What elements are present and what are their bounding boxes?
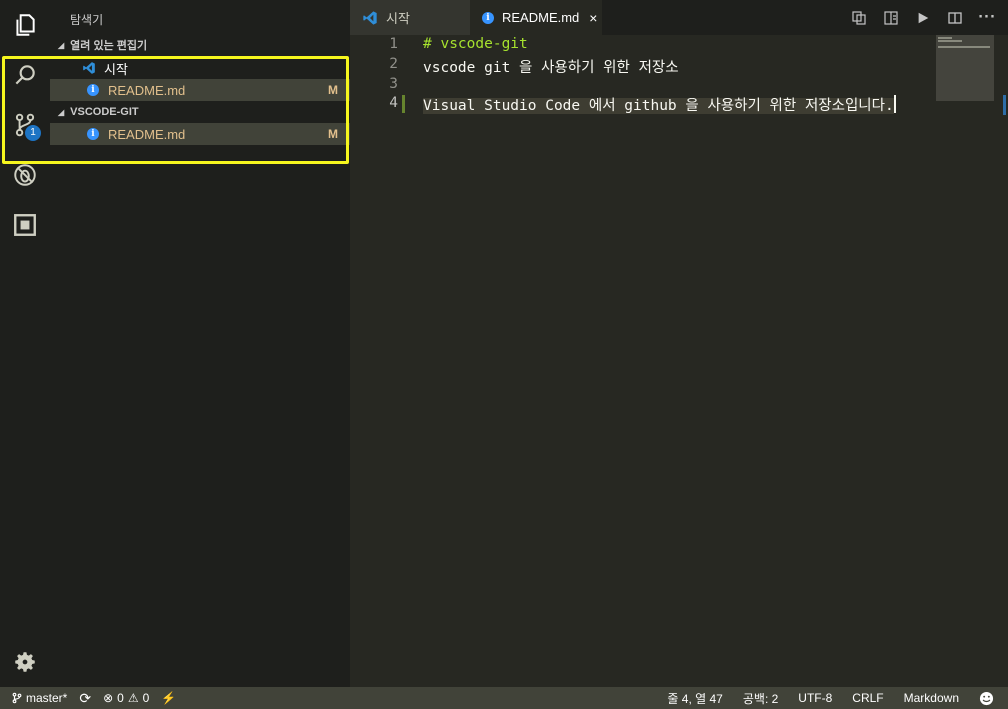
warning-count: 0 <box>142 691 150 705</box>
explorer-icon[interactable] <box>0 0 50 50</box>
code-line-text: Visual Studio Code 에서 github 을 사용하기 위한 저… <box>423 98 894 114</box>
code-line: vscode git 을 사용하기 위한 저장소 <box>423 60 679 76</box>
minimap[interactable] <box>936 35 994 101</box>
tab-label: README.md <box>502 10 580 25</box>
run-icon[interactable] <box>914 9 932 27</box>
line-ending[interactable]: CRLF <box>852 691 883 705</box>
git-branch-icon <box>12 692 22 704</box>
error-icon: ⊗ <box>103 691 114 705</box>
warning-icon: ⚠ <box>127 691 139 705</box>
status-bar: master* ⟳ ⊗ 0 ⚠ 0 ⚡ 줄 4, 열 47 공백: 2 UTF-… <box>0 687 1008 709</box>
tab-label: 시작 <box>386 11 410 26</box>
section-label: 열려 있는 편집기 <box>70 40 148 52</box>
code-line: # vscode-git <box>423 36 528 52</box>
problems-indicator[interactable]: ⊗ 0 ⚠ 0 <box>103 691 149 705</box>
scrollbar[interactable] <box>996 95 1008 115</box>
open-changes-icon[interactable] <box>850 9 868 27</box>
feedback-smiley-icon[interactable] <box>979 691 994 706</box>
language-mode[interactable]: Markdown <box>904 691 959 705</box>
highlight-box <box>2 56 349 164</box>
vscode-logo-icon <box>362 10 378 26</box>
indentation[interactable]: 공백: 2 <box>743 690 778 707</box>
sidebar-title: 탐색기 <box>70 13 104 27</box>
info-file-icon: i <box>482 11 494 24</box>
more-actions-icon[interactable]: ··· <box>978 9 996 27</box>
tab-bar: 시작 i README.md × ··· <box>350 0 1008 35</box>
line-number: 2 <box>389 56 398 72</box>
vscode-window: 1 탐색기 ◢ 열려 있는 편집기 시작 i README.md M ◢ VSC… <box>0 0 1008 709</box>
cursor-position[interactable]: 줄 4, 열 47 <box>667 690 722 707</box>
line-number: 3 <box>389 76 398 92</box>
editor-actions: ··· <box>850 0 996 35</box>
collapse-triangle-icon: ◢ <box>58 40 65 50</box>
error-count: 0 <box>117 691 124 705</box>
sync-icon[interactable]: ⟳ <box>79 690 91 707</box>
split-editor-icon[interactable] <box>946 9 964 27</box>
line-number: 1 <box>389 36 398 52</box>
line-number: 4 <box>389 95 398 111</box>
current-line: Visual Studio Code 에서 github 을 사용하기 위한 저… <box>423 94 896 115</box>
open-editors-section-header[interactable]: ◢ 열려 있는 편집기 <box>50 34 350 56</box>
tab-readme[interactable]: i README.md × <box>470 0 602 35</box>
text-cursor <box>893 95 896 113</box>
branch-indicator[interactable]: master* <box>12 691 67 705</box>
gear-icon[interactable] <box>0 637 50 687</box>
git-change-indicator <box>402 95 405 113</box>
encoding[interactable]: UTF-8 <box>798 691 832 705</box>
lightning-icon[interactable]: ⚡ <box>161 691 176 705</box>
extensions-icon[interactable] <box>0 200 50 250</box>
tab-start[interactable]: 시작 <box>350 0 470 35</box>
close-icon[interactable]: × <box>589 10 597 26</box>
branch-name: master* <box>26 691 68 705</box>
editor-area[interactable]: 1 2 3 4 # vscode-git vscode git 을 사용하기 위… <box>350 35 1008 687</box>
preview-icon[interactable] <box>882 9 900 27</box>
